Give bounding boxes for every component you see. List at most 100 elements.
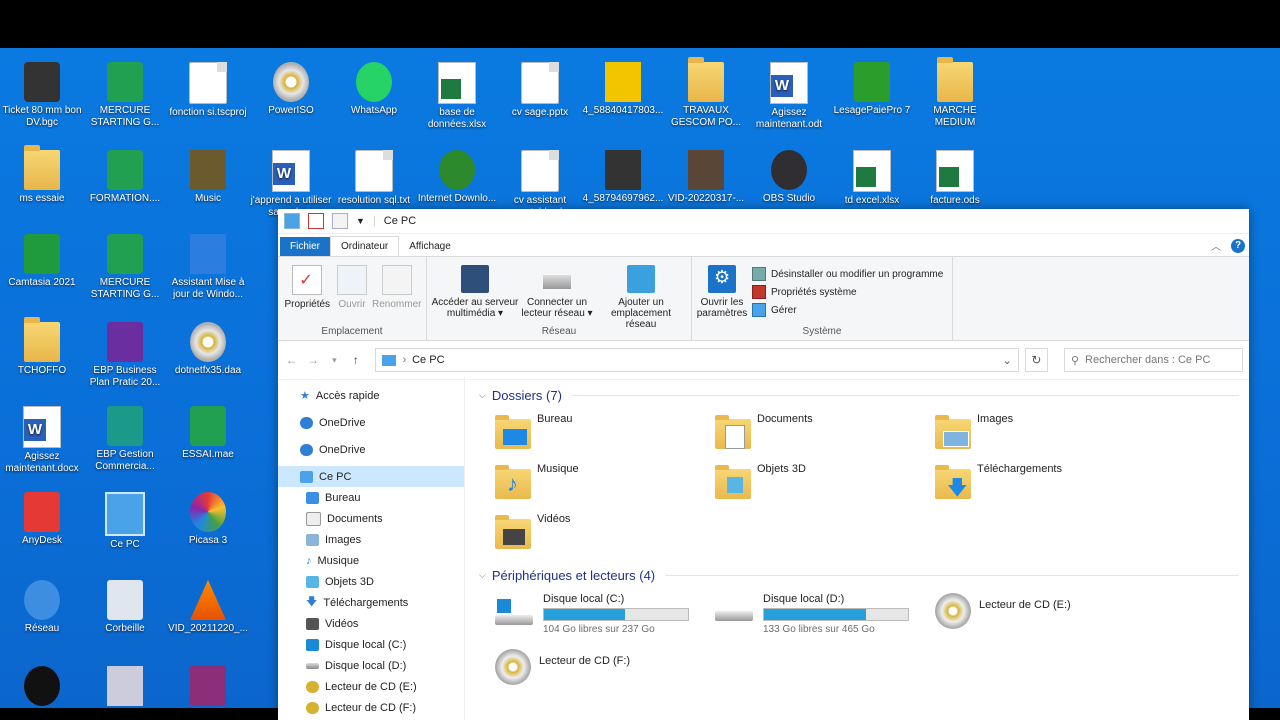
videos-folder-icon <box>495 515 531 549</box>
folders-section-header[interactable]: ⌵ Dossiers (7) <box>479 383 1239 407</box>
folder-item[interactable]: Documents <box>715 413 935 455</box>
folder-item[interactable]: 🡇 Téléchargements <box>935 463 1155 505</box>
music-folder-icon <box>190 150 226 190</box>
desktop-icon[interactable]: Internet Downlo... <box>415 144 499 205</box>
breadcrumb[interactable]: Ce PC <box>412 354 444 366</box>
manage-icon <box>752 303 766 317</box>
folder-item[interactable]: Vidéos <box>495 513 715 555</box>
desktop-icon[interactable]: Ce PC <box>83 486 167 551</box>
desktop-icon[interactable]: WhatsApp <box>332 56 416 117</box>
group-network: Accéder au serveur multimédia ▾ Connecte… <box>427 257 692 340</box>
desktop-icon[interactable]: Music <box>166 144 250 205</box>
desktop-icon[interactable]: VID_20211220_... <box>166 574 250 635</box>
system-properties-button[interactable]: Propriétés système <box>752 285 943 299</box>
devices-section-header[interactable]: ⌵ Périphériques et lecteurs (4) <box>479 563 1239 587</box>
new-folder-quick-icon[interactable] <box>332 213 348 229</box>
desktop-icon[interactable]: Agissez maintenant.docx <box>0 400 84 475</box>
folder-item[interactable]: ♪ Musique <box>495 463 715 505</box>
nav-item-videos[interactable]: Vidéos <box>278 613 464 634</box>
desktop-icon[interactable]: ESSAI.mae <box>166 400 250 461</box>
desktop-icon[interactable]: fonction si.tscproj <box>166 56 250 119</box>
desktop-icon[interactable]: 4_58794697962... <box>581 144 665 205</box>
nav-onedrive[interactable]: OneDrive <box>278 412 464 433</box>
recent-dropdown-icon[interactable]: ▾ <box>327 355 342 366</box>
file-explorer-window[interactable]: ▼ | Ce PC Fichier Ordinateur Affichage ︿… <box>278 209 1249 720</box>
desktop-icon[interactable]: EBP Business Plan Pratic 20... <box>83 316 167 389</box>
folder-item[interactable]: Objets 3D <box>715 463 935 505</box>
desktop-icon[interactable]: base de données.xlsx <box>415 56 499 131</box>
ribbon-collapse-icon[interactable]: ︿ <box>1211 238 1221 253</box>
desktop-icon[interactable]: td excel.xlsx <box>830 144 914 207</box>
excel-file-icon <box>438 62 476 104</box>
desktop-icon[interactable]: j'apprend a utiliser sage.docx <box>249 144 333 219</box>
cd-icon <box>935 593 971 629</box>
desktop-icon[interactable] <box>83 660 167 708</box>
up-arrow-icon[interactable]: ↑ <box>348 353 363 367</box>
uninstall-program-button[interactable]: Désinstaller ou modifier un programme <box>752 267 943 281</box>
desktop-icon[interactable]: EBP Gestion Commercia... <box>83 400 167 473</box>
desktop-icon[interactable]: ms essaie <box>0 144 84 205</box>
desktop-icon[interactable]: Camtasia 2021 <box>0 228 84 289</box>
uninstall-icon <box>752 267 766 281</box>
nav-item-cd-f[interactable]: Lecteur de CD (F:) <box>278 697 464 718</box>
tab-view[interactable]: Affichage <box>399 237 461 256</box>
search-input[interactable]: ⚲ Rechercher dans : Ce PC <box>1063 348 1244 372</box>
desktop-icon[interactable] <box>166 660 250 708</box>
title-separator: | <box>372 215 376 227</box>
desktop-icon[interactable]: Assistant Mise à jour de Windo... <box>166 228 250 301</box>
drive-item-c[interactable]: Disque local (C:) 104 Go libres sur 237 … <box>495 593 715 641</box>
nav-item-images[interactable]: Images <box>278 529 464 550</box>
nav-item-desktop[interactable]: Bureau <box>278 487 464 508</box>
desktop-icon[interactable]: TCHOFFO <box>0 316 84 377</box>
drive-item-d[interactable]: Disque local (D:) 133 Go libres sur 465 … <box>715 593 935 641</box>
desktop-icon[interactable]: VID-20220317-... <box>664 144 748 205</box>
desktop-icon[interactable]: Agissez maintenant.odt <box>747 56 831 131</box>
nav-onedrive[interactable]: OneDrive <box>278 439 464 460</box>
folder-item[interactable]: Images <box>935 413 1155 455</box>
desktop-icon[interactable]: PowerISO <box>249 56 333 117</box>
camtasia-project-icon <box>189 62 227 104</box>
address-field[interactable]: › Ce PC ⌄ <box>375 348 1019 372</box>
desktop-icon[interactable] <box>0 660 84 708</box>
back-arrow-icon[interactable]: ← <box>284 353 299 367</box>
cd-drive-e[interactable]: Lecteur de CD (E:) <box>935 593 1155 641</box>
nav-item-drive-c[interactable]: Disque local (C:) <box>278 634 464 655</box>
desktop-icon[interactable]: Ticket 80 mm bon DV.bgc <box>0 56 84 129</box>
manage-button[interactable]: Gérer <box>752 303 943 317</box>
nav-item-drive-d[interactable]: Disque local (D:) <box>278 655 464 676</box>
tab-file[interactable]: Fichier <box>280 237 331 256</box>
forward-arrow-icon[interactable]: → <box>305 353 320 367</box>
nav-this-pc[interactable]: Ce PC <box>278 466 464 487</box>
help-icon[interactable]: ? <box>1231 238 1245 253</box>
quick-access-dropdown-icon[interactable]: ▼ <box>356 216 365 226</box>
desktop-icon[interactable]: dotnetfx35.daa <box>166 316 250 377</box>
desktop-icon[interactable]: Picasa 3 <box>166 486 250 547</box>
desktop-icon[interactable]: OBS Studio <box>747 144 831 205</box>
desktop-icon[interactable]: Corbeille <box>83 574 167 635</box>
cd-drive-f[interactable]: Lecteur de CD (F:) <box>495 649 715 697</box>
nav-item-cd-e[interactable]: Lecteur de CD (E:) <box>278 676 464 697</box>
desktop-icon[interactable]: MERCURE STARTING G... <box>83 228 167 301</box>
desktop-icon[interactable]: Réseau <box>0 574 84 635</box>
desktop-icon[interactable]: facture.ods <box>913 144 997 207</box>
desktop-icon[interactable]: cv assistant comptable.ch... <box>498 144 582 219</box>
desktop-icon[interactable]: MERCURE STARTING G... <box>83 56 167 129</box>
tab-computer[interactable]: Ordinateur <box>330 236 400 256</box>
desktop-icon[interactable]: FORMATION.... <box>83 144 167 205</box>
nav-item-documents[interactable]: Documents <box>278 508 464 529</box>
address-dropdown-icon[interactable]: ⌄ <box>1003 354 1012 367</box>
nav-item-music[interactable]: ♪ Musique <box>278 550 464 571</box>
desktop-icon[interactable]: cv sage.pptx <box>498 56 582 119</box>
desktop-icon[interactable]: resolution sql.txt <box>332 144 416 207</box>
properties-quick-icon[interactable] <box>308 213 324 229</box>
refresh-button[interactable]: ↻ <box>1024 348 1048 372</box>
desktop-icon[interactable]: TRAVAUX GESCOM PO... <box>664 56 748 129</box>
nav-item-3d-objects[interactable]: Objets 3D <box>278 571 464 592</box>
nav-item-downloads[interactable]: 🡇 Téléchargements <box>278 592 464 613</box>
folder-item[interactable]: Bureau <box>495 413 715 455</box>
desktop-icon[interactable]: LesagePaiePro 7 <box>830 56 914 117</box>
nav-quick-access[interactable]: ★ Accès rapide <box>278 385 464 406</box>
desktop-icon[interactable]: MARCHE MEDIUM <box>913 56 997 129</box>
desktop-icon[interactable]: 4_58840417803... <box>581 56 665 117</box>
desktop-icon[interactable]: AnyDesk <box>0 486 84 547</box>
